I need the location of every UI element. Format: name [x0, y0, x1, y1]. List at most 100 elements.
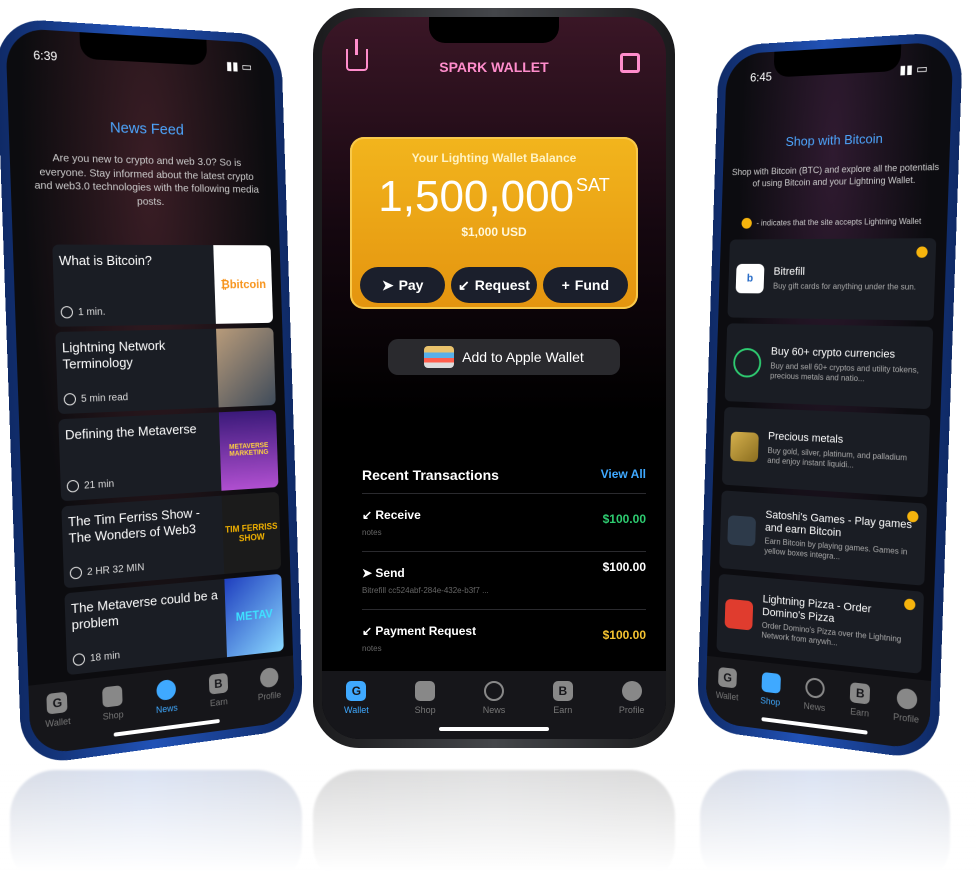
- news-thumbnail: METAV: [224, 573, 284, 658]
- transactions-header: Recent Transactions View All: [362, 467, 646, 483]
- news-screen: 6:39 ▮▮ ▭ News Feed Are you new to crypto…: [5, 27, 296, 756]
- shop-item-satoshis-games[interactable]: Satoshi's Games - Play games and earn Bi…: [719, 490, 928, 586]
- pay-button[interactable]: ➤ Pay: [360, 267, 446, 303]
- news-meta: 18 min: [89, 649, 121, 664]
- tab-label: Profile: [618, 705, 645, 715]
- shop-name: Bitrefill: [773, 266, 806, 279]
- notch: [429, 17, 559, 43]
- news-item-metaverse[interactable]: Defining the Metaverse 21 min METAVERSE MA…: [58, 409, 279, 502]
- arrow-down-left-icon: ↙: [362, 624, 376, 638]
- shop-item-crypto[interactable]: Buy 60+ crypto currencies Buy and sell 60…: [724, 323, 934, 410]
- tab-profile[interactable]: Profile: [248, 666, 290, 727]
- tab-label: Wallet: [45, 715, 71, 730]
- tab-profile[interactable]: Profile: [610, 681, 654, 739]
- clock-icon: [60, 306, 74, 319]
- status-time: 6:45: [749, 69, 773, 85]
- transaction-row[interactable]: ↙ Receive notes $100.00: [362, 493, 646, 551]
- tab-wallet[interactable]: G Wallet: [706, 666, 748, 727]
- news-phone: 6:39 ▮▮ ▭ News Feed Are you new to crypto…: [0, 17, 304, 767]
- news-item-bitcoin[interactable]: What is Bitcoin? 1 min. ₿bitcoin: [52, 244, 274, 327]
- bitcoin-icon: B: [850, 682, 871, 705]
- tab-label: News: [482, 705, 506, 715]
- shop-name: Buy 60+ crypto currencies: [770, 346, 896, 362]
- balance-amount: 1,500,000 SAT: [350, 175, 638, 219]
- battery-icon: ▮▮ ▭: [225, 58, 253, 74]
- news-title: The Tim Ferriss Show - The Wonders of We…: [67, 505, 201, 547]
- lightning-indicator: - indicates that the site accepts Lightn…: [741, 215, 939, 229]
- news-thumbnail: [216, 327, 276, 408]
- tab-profile[interactable]: Profile: [883, 686, 930, 751]
- transaction-amount: $100.00: [602, 628, 646, 642]
- send-icon: ➤: [362, 566, 376, 580]
- news-title: What is Bitcoin?: [58, 252, 153, 269]
- transaction-row[interactable]: ↙ Payment Request notes $100.00: [362, 609, 646, 667]
- shopping-bag-icon: [761, 671, 781, 694]
- page-title: News Feed: [109, 119, 185, 139]
- battery-icon: ▮▮ ▭: [899, 61, 929, 78]
- game-icon: [727, 515, 757, 547]
- news-title: The Metaverse could be a problem: [70, 587, 218, 633]
- transaction-amount: $100.00: [602, 560, 646, 574]
- tab-label: Earn: [209, 696, 228, 709]
- news-thumbnail: TIM FERRISS SHOW: [221, 491, 282, 575]
- add-to-apple-wallet-button[interactable]: Add to Apple Wallet: [388, 339, 620, 375]
- transaction-list: ↙ Receive notes $100.00 ➤ Send Bitrefill cc…: [362, 493, 646, 667]
- balance-label: Your Lighting Wallet Balance: [411, 151, 577, 165]
- button-label: Pay: [398, 277, 424, 293]
- tab-label: Wallet: [715, 689, 739, 703]
- reflection-fade: [0, 760, 976, 892]
- tab-label: Shop: [760, 695, 781, 708]
- transaction-note: notes: [362, 644, 382, 653]
- home-indicator: [439, 727, 549, 731]
- button-label: Request: [474, 277, 530, 293]
- news-meta: 2 HR 32 MIN: [86, 561, 145, 578]
- profile-icon: [259, 666, 279, 689]
- news-list: What is Bitcoin? 1 min. ₿bitcoin Lightning…: [52, 244, 284, 676]
- view-all-link[interactable]: View All: [601, 467, 646, 483]
- arrow-down-left-icon: ↙: [458, 276, 470, 293]
- shop-phone: 6:45 ▮▮ ▭ Shop with Bitcoin Shop with Bit…: [696, 31, 964, 762]
- wallet-icon: G: [346, 681, 367, 701]
- tab-wallet[interactable]: G Wallet: [34, 690, 81, 755]
- crypto-exchange-icon: [732, 347, 762, 378]
- lightning-icon: [741, 217, 752, 229]
- section-title: Recent Transactions: [362, 467, 499, 483]
- news-thumbnail: METAVERSE MARKETING: [218, 409, 279, 491]
- bitrefill-logo-icon: b: [735, 263, 765, 294]
- intro-text: Shop with Bitcoin (BTC) and explore all …: [731, 161, 940, 189]
- news-title: Defining the Metaverse: [64, 421, 197, 443]
- tab-earn[interactable]: B Earn: [837, 681, 882, 745]
- clock-icon: [66, 479, 80, 493]
- tab-label: News: [155, 702, 178, 716]
- shop-item-lightning-pizza[interactable]: Lightning Pizza - Order Domino's Pizza Or…: [716, 573, 924, 674]
- globe-icon: [156, 678, 177, 702]
- lightning-icon: [916, 246, 928, 258]
- transaction-row[interactable]: ➤ Send Bitrefill cc524abf-284e-432e-b3f7 …: [362, 551, 646, 609]
- news-meta: 21 min: [83, 478, 115, 492]
- news-item-tim-ferriss[interactable]: The Tim Ferriss Show - The Wonders of We…: [61, 491, 282, 589]
- tab-shop[interactable]: Shop: [90, 684, 136, 748]
- qr-code-icon[interactable]: [620, 53, 640, 73]
- news-meta: 1 min.: [77, 306, 106, 318]
- transaction-type: Receive: [375, 508, 421, 522]
- balance-unit: SAT: [576, 175, 610, 195]
- request-button[interactable]: ↙ Request: [451, 267, 537, 303]
- news-item-lightning[interactable]: Lightning Network Terminology 5 min read: [55, 327, 276, 415]
- pizza-icon: [724, 598, 754, 631]
- balance-value: 1,500,000: [378, 172, 575, 221]
- news-thumbnail: ₿bitcoin: [213, 245, 274, 324]
- balance-usd: $1,000 USD: [461, 225, 527, 239]
- shop-item-bitrefill[interactable]: b Bitrefill Buy gift cards for anything un…: [727, 238, 937, 321]
- fund-button[interactable]: + Fund: [542, 267, 628, 303]
- tab-label: Shop: [102, 709, 124, 722]
- tab-wallet[interactable]: G Wallet: [334, 681, 378, 739]
- balance-actions: ➤ Pay ↙ Request + Fund: [360, 267, 628, 303]
- globe-icon: [483, 681, 504, 701]
- button-label: Add to Apple Wallet: [462, 349, 584, 365]
- clock-icon: [63, 392, 77, 406]
- tab-label: Wallet: [344, 705, 369, 715]
- globe-icon: [805, 676, 825, 700]
- app-title: SPARK WALLET: [439, 59, 549, 75]
- shop-item-precious-metals[interactable]: Precious metals Buy gold, silver, platinu…: [721, 406, 931, 498]
- clock-icon: [69, 566, 83, 580]
